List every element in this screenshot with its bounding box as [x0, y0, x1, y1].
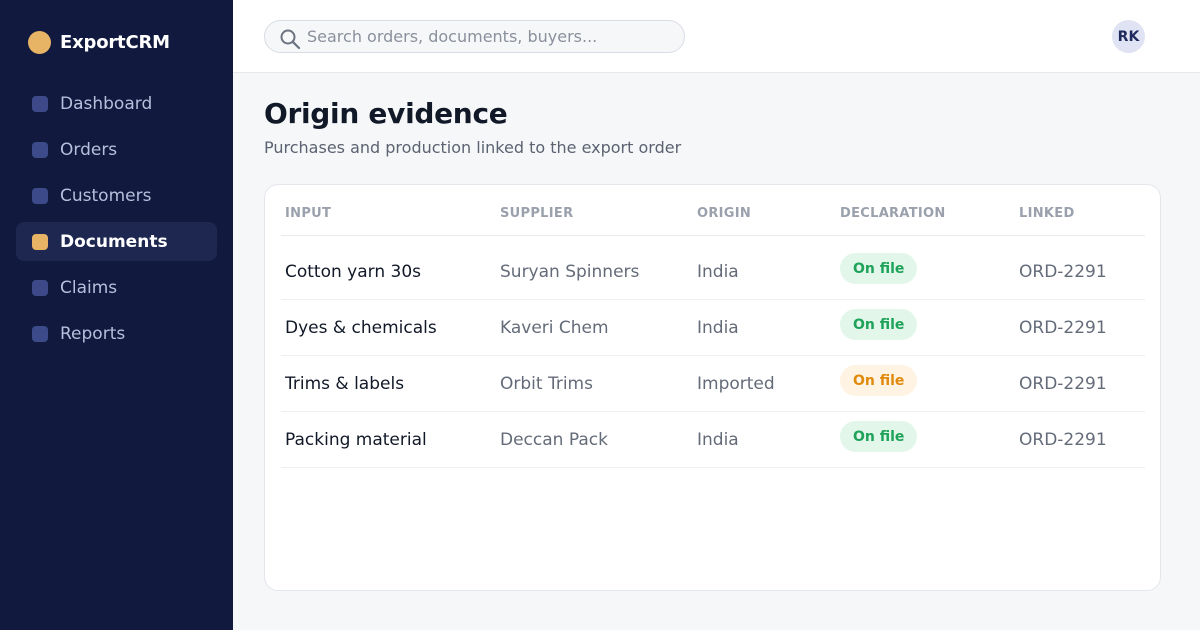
declaration-status-badge[interactable]: On file	[840, 365, 918, 396]
linked-order-link[interactable]: ORD-2291	[1019, 318, 1107, 338]
reports-icon	[32, 325, 48, 342]
cell-supplier: Suryan Spinners	[500, 262, 640, 282]
cell-input: Dyes & chemicals	[285, 318, 437, 338]
origin-evidence-table: INPUT SUPPLIER ORIGIN DECLARATION LINKED…	[281, 185, 1145, 468]
cell-origin: India	[697, 430, 739, 450]
claims-icon	[32, 279, 48, 296]
top-bar: RK	[233, 0, 1200, 73]
page-subtitle: Purchases and production linked to the e…	[264, 138, 682, 157]
sidebar-item-label: Claims	[60, 277, 118, 298]
brand-name: ExportCRM	[60, 32, 170, 53]
linked-order-link[interactable]: ORD-2291	[1019, 430, 1107, 450]
brand-logo-icon	[28, 31, 51, 54]
column-header-supplier[interactable]: SUPPLIER	[500, 206, 573, 221]
sidebar-item-claims[interactable]: Claims	[16, 268, 217, 307]
table-header: INPUT SUPPLIER ORIGIN DECLARATION LINKED	[281, 185, 1145, 236]
orders-icon	[32, 141, 48, 158]
sidebar: ExportCRM Dashboard Orders Customers Doc…	[0, 0, 233, 630]
customers-icon	[32, 187, 48, 204]
search-input[interactable]	[307, 21, 677, 52]
column-header-linked[interactable]: LINKED	[1019, 206, 1075, 221]
sidebar-item-orders[interactable]: Orders	[16, 130, 217, 169]
search-icon	[279, 28, 301, 50]
sidebar-item-label: Documents	[60, 231, 168, 252]
cell-supplier: Deccan Pack	[500, 430, 608, 450]
cell-supplier: Kaveri Chem	[500, 318, 609, 338]
origin-evidence-card: INPUT SUPPLIER ORIGIN DECLARATION LINKED…	[264, 184, 1161, 591]
column-header-input[interactable]: INPUT	[285, 206, 331, 221]
sidebar-item-label: Customers	[60, 185, 152, 206]
declaration-status-badge[interactable]: On file	[840, 309, 918, 340]
cell-input: Trims & labels	[285, 374, 405, 394]
sidebar-item-dashboard[interactable]: Dashboard	[16, 84, 217, 123]
sidebar-item-label: Reports	[60, 323, 126, 344]
cell-supplier: Orbit Trims	[500, 374, 593, 394]
sidebar-item-label: Dashboard	[60, 93, 153, 114]
column-header-declaration[interactable]: DECLARATION	[840, 206, 946, 221]
cell-input: Cotton yarn 30s	[285, 262, 422, 282]
cell-origin: Imported	[697, 374, 775, 394]
sidebar-item-customers[interactable]: Customers	[16, 176, 217, 215]
cell-origin: India	[697, 318, 739, 338]
dashboard-icon	[32, 95, 48, 112]
table-body: Cotton yarn 30s Suryan Spinners India On…	[281, 236, 1145, 468]
declaration-status-badge[interactable]: On file	[840, 253, 918, 284]
linked-order-link[interactable]: ORD-2291	[1019, 374, 1107, 394]
column-header-origin[interactable]: ORIGIN	[697, 206, 751, 221]
declaration-status-badge[interactable]: On file	[840, 421, 918, 452]
cell-input: Packing material	[285, 430, 427, 450]
cell-origin: India	[697, 262, 739, 282]
brand[interactable]: ExportCRM	[28, 31, 170, 54]
avatar[interactable]: RK	[1112, 20, 1145, 53]
documents-icon	[32, 233, 48, 250]
table-row[interactable]: Dyes & chemicals Kaveri Chem India On fi…	[281, 300, 1145, 356]
sidebar-item-documents[interactable]: Documents	[16, 222, 217, 261]
table-row[interactable]: Packing material Deccan Pack India On fi…	[281, 412, 1145, 468]
table-row[interactable]: Trims & labels Orbit Trims Imported On f…	[281, 356, 1145, 412]
sidebar-nav: Dashboard Orders Customers Documents Cla…	[16, 84, 217, 360]
search-box[interactable]	[264, 20, 685, 53]
sidebar-item-reports[interactable]: Reports	[16, 314, 217, 353]
table-row[interactable]: Cotton yarn 30s Suryan Spinners India On…	[281, 244, 1145, 300]
page-title: Origin evidence	[264, 97, 508, 130]
sidebar-item-label: Orders	[60, 139, 118, 160]
linked-order-link[interactable]: ORD-2291	[1019, 262, 1107, 282]
